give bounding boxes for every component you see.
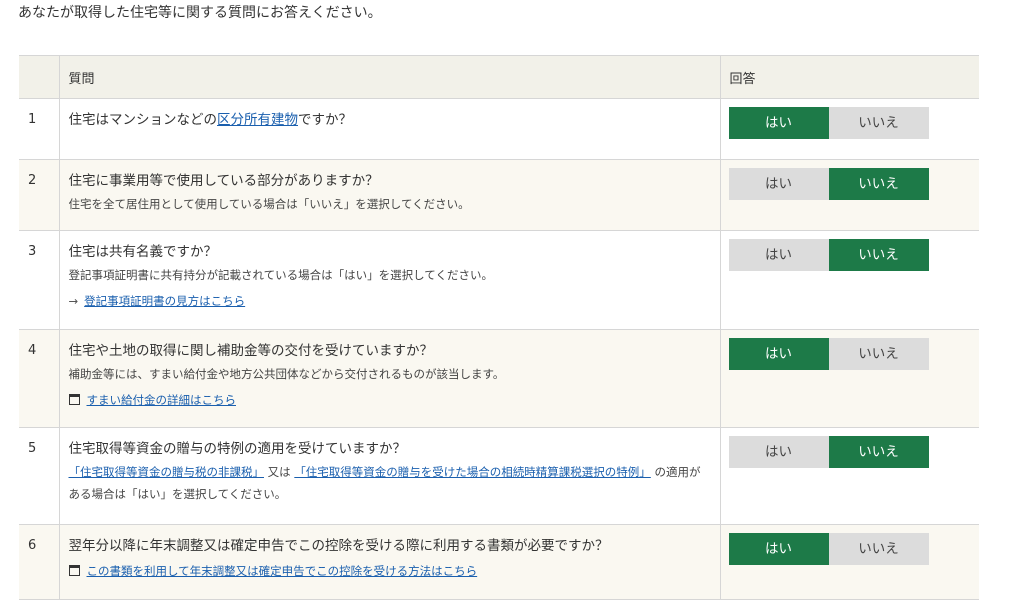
sectional-ownership-link[interactable]: 区分所有建物 [217, 112, 298, 128]
row-number: 3 [19, 230, 60, 330]
no-button[interactable]: いいえ [828, 533, 929, 565]
registry-certificate-guide-link[interactable]: 登記事項証明書の見方はこちら [84, 294, 245, 308]
row-number: 5 [19, 427, 60, 525]
question-text: 住宅取得等資金の贈与の特例の適用を受けていますか？ [68, 441, 407, 457]
deduction-method-link[interactable]: この書類を利用して年末調整又は確定申告でこの控除を受ける方法はこちら [87, 564, 478, 578]
question-table: 質問 回答 1 住宅はマンションなどの区分所有建物ですか？ はい いいえ 2 住宅… [19, 55, 979, 600]
question-text-post: ですか？ [298, 112, 352, 128]
yes-button[interactable]: はい [728, 533, 829, 565]
question-row-6: 6 翌年分以降に年末調整又は確定申告でこの控除を受ける際に利用する書類が必要です… [19, 524, 979, 600]
question-cell: 住宅に事業用等で使用している部分がありますか？ 住宅を全て居住用として使用してい… [59, 159, 721, 231]
no-button[interactable]: いいえ [828, 338, 929, 370]
question-note: 補助金等には、すまい給付金や地方公共団体などから交付されるものが該当します。 [68, 367, 505, 381]
yes-button[interactable]: はい [728, 338, 829, 370]
no-button[interactable]: いいえ [828, 239, 929, 271]
new-window-icon [68, 394, 80, 405]
question-note: 登記事項証明書に共有持分が記載されている場合は「はい」を選択してください。 [68, 268, 493, 282]
question-note: 住宅を全て居住用として使用している場合は「いいえ」を選択してください。 [68, 197, 470, 211]
table-header-row: 質問 回答 [19, 55, 979, 99]
housing-benefit-details-link[interactable]: すまい給付金の詳細はこちら [87, 393, 237, 407]
question-text-pre: 住宅はマンションなどの [68, 112, 218, 128]
row-number: 2 [19, 159, 60, 231]
header-num [19, 55, 60, 99]
question-row-3: 3 住宅は共有名義ですか？ 登記事項証明書に共有持分が記載されている場合は「はい… [19, 230, 979, 330]
header-question: 質問 [59, 55, 721, 99]
new-window-icon [68, 565, 80, 576]
answer-cell: はい いいえ [720, 159, 979, 231]
yes-button[interactable]: はい [728, 436, 829, 468]
question-cell: 住宅や土地の取得に関し補助金等の交付を受けていますか？ 補助金等には、すまい給付… [59, 329, 721, 428]
answer-cell: はい いいえ [720, 427, 979, 525]
answer-cell: はい いいえ [720, 230, 979, 330]
question-cell: 翌年分以降に年末調整又は確定申告でこの控除を受ける際に利用する書類が必要ですか？… [59, 524, 721, 600]
yes-button[interactable]: はい [728, 168, 829, 200]
question-text: 住宅に事業用等で使用している部分がありますか？ [68, 173, 379, 189]
question-text: 住宅は共有名義ですか？ [68, 244, 218, 260]
answer-cell: はい いいえ [720, 98, 979, 160]
yes-button[interactable]: はい [728, 239, 829, 271]
question-text: 住宅はマンションなどの区分所有建物ですか？ [69, 111, 710, 129]
no-button[interactable]: いいえ [828, 436, 929, 468]
row-number: 4 [19, 329, 60, 428]
header-answer: 回答 [720, 55, 979, 99]
question-row-5: 5 住宅取得等資金の贈与の特例の適用を受けていますか？ 「住宅取得等資金の贈与税… [19, 427, 979, 525]
row-number: 6 [19, 524, 60, 600]
note-connector: 又は [267, 465, 291, 479]
page-intro: あなたが取得した住宅等に関する質問にお答えください。 [18, 5, 382, 21]
yes-button[interactable]: はい [728, 107, 829, 139]
question-text: 翌年分以降に年末調整又は確定申告でこの控除を受ける際に利用する書類が必要ですか？ [68, 538, 609, 554]
answer-cell: はい いいえ [720, 329, 979, 428]
gift-tax-exemption-link[interactable]: 「住宅取得等資金の贈与税の非課税」 [69, 465, 265, 479]
no-button[interactable]: いいえ [828, 107, 929, 139]
question-note: 「住宅取得等資金の贈与税の非課税」 又は 「住宅取得等資金の贈与を受けた場合の相… [69, 461, 710, 505]
question-row-2: 2 住宅に事業用等で使用している部分がありますか？ 住宅を全て居住用として使用し… [19, 159, 979, 231]
no-button[interactable]: いいえ [828, 168, 929, 200]
arrow-right-icon: → [68, 294, 79, 308]
question-cell: 住宅取得等資金の贈与の特例の適用を受けていますか？ 「住宅取得等資金の贈与税の非… [59, 427, 721, 525]
question-cell: 住宅はマンションなどの区分所有建物ですか？ [59, 98, 721, 160]
question-row-4: 4 住宅や土地の取得に関し補助金等の交付を受けていますか？ 補助金等には、すまい… [19, 329, 979, 428]
question-row-1: 1 住宅はマンションなどの区分所有建物ですか？ はい いいえ [19, 98, 979, 160]
answer-cell: はい いいえ [720, 524, 979, 600]
row-number: 1 [19, 98, 60, 160]
question-text: 住宅や土地の取得に関し補助金等の交付を受けていますか？ [68, 343, 434, 359]
settlement-taxation-link[interactable]: 「住宅取得等資金の贈与を受けた場合の相続時精算課税選択の特例」 [294, 465, 651, 479]
question-cell: 住宅は共有名義ですか？ 登記事項証明書に共有持分が記載されている場合は「はい」を… [59, 230, 721, 330]
